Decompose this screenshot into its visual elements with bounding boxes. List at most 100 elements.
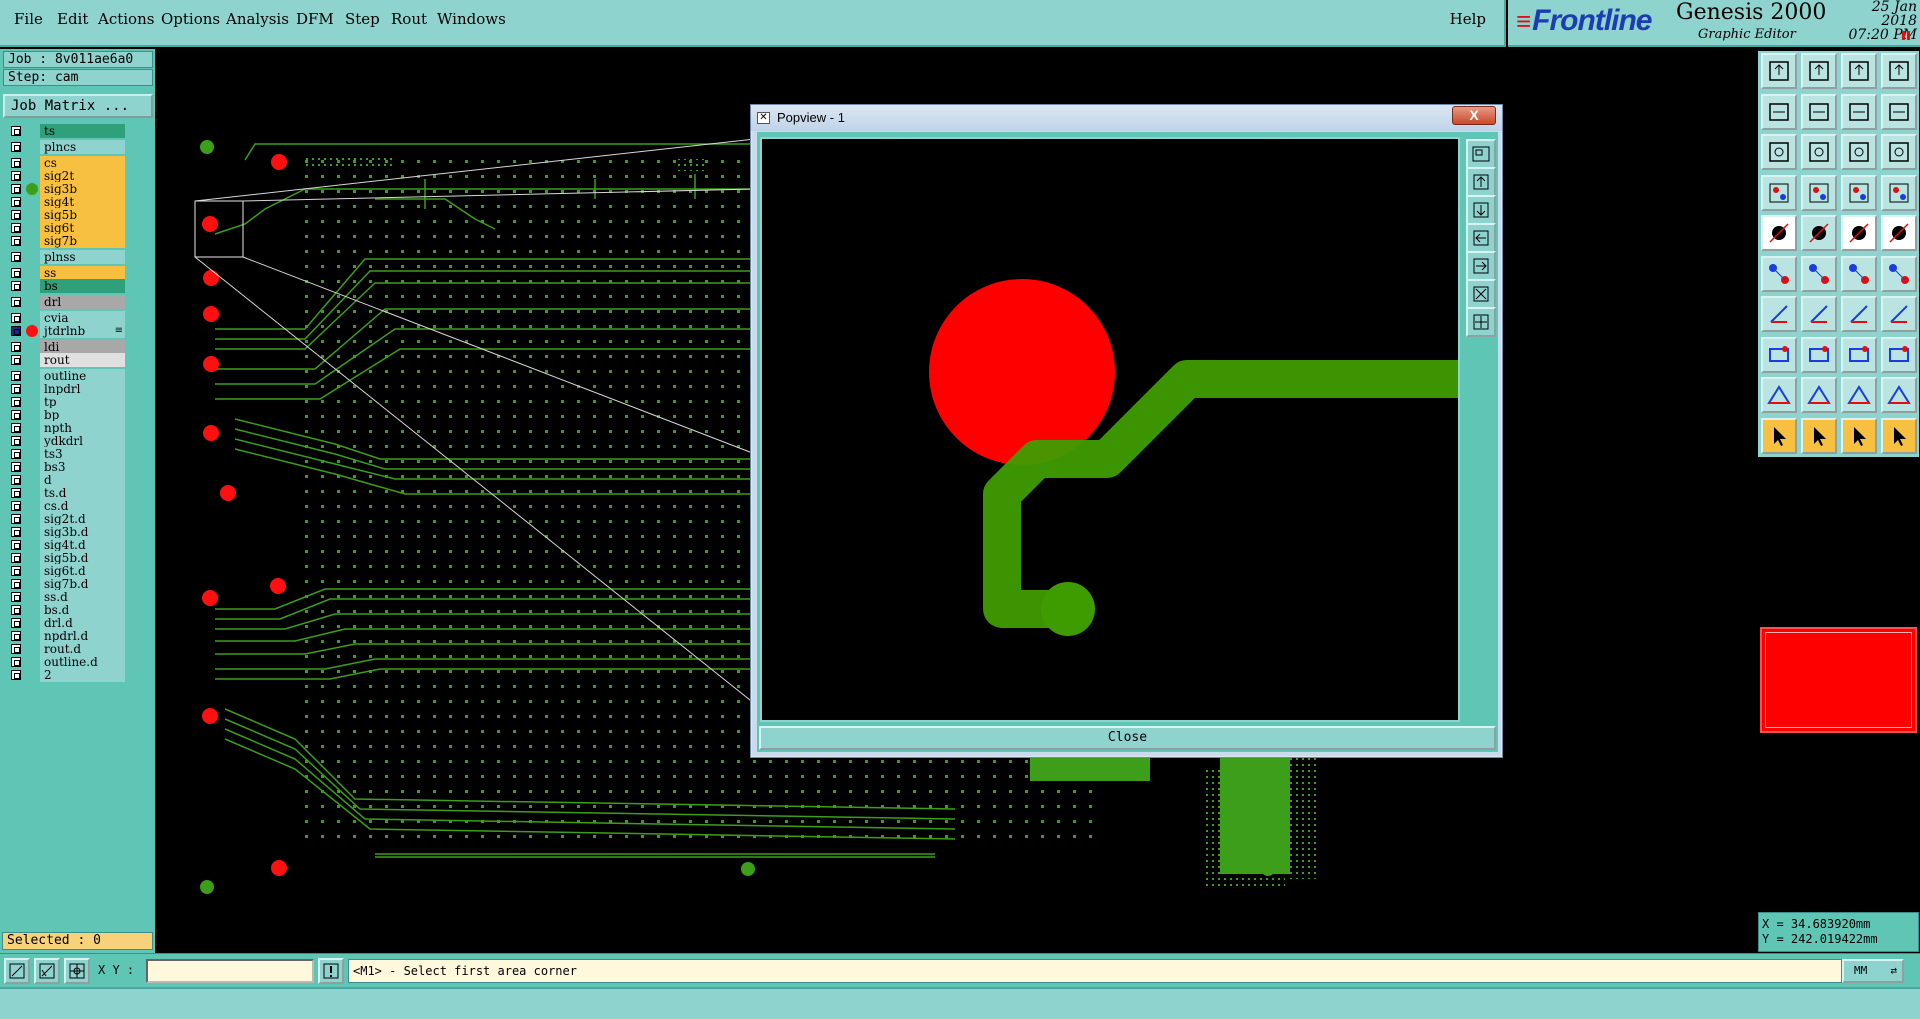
- layer-row[interactable]: sig7b: [5, 234, 127, 248]
- layer-checkbox[interactable]: [11, 210, 21, 220]
- layer-row[interactable]: ts3: [5, 447, 127, 461]
- layer-checkbox[interactable]: [11, 436, 21, 446]
- layer-color-button[interactable]: [1841, 174, 1877, 211]
- layer-row[interactable]: sig5b: [5, 208, 127, 222]
- popview-left-button[interactable]: [1466, 223, 1496, 253]
- triangle-2-button[interactable]: [1801, 377, 1837, 413]
- layer-name[interactable]: outline.d: [40, 655, 125, 669]
- measure-mode-button[interactable]: [34, 958, 60, 984]
- window-close-button[interactable]: X: [1452, 106, 1496, 125]
- menu-rout[interactable]: Rout: [391, 10, 427, 28]
- cross-select-button[interactable]: [1801, 255, 1837, 292]
- menu-help[interactable]: Help: [1450, 10, 1486, 28]
- layer-row[interactable]: bs.d: [5, 603, 127, 617]
- popview-zoom-out-button[interactable]: [1466, 307, 1496, 337]
- popview-close-button[interactable]: Close: [759, 726, 1496, 750]
- info-button[interactable]: [318, 958, 344, 984]
- step-button[interactable]: [1881, 93, 1917, 130]
- save-job-button[interactable]: [1801, 53, 1837, 89]
- layer-row[interactable]: drl.d: [5, 616, 127, 630]
- layer-name[interactable]: jtdrlnb ≡: [40, 324, 125, 338]
- layer-name[interactable]: ydkdrl: [40, 434, 125, 448]
- layer-row[interactable]: tp: [5, 395, 127, 409]
- move-pad-button[interactable]: [1761, 336, 1797, 373]
- layer-row[interactable]: sig2t.d: [5, 512, 127, 526]
- popview-up-button[interactable]: [1466, 167, 1496, 197]
- layer-row[interactable]: ldi: [5, 340, 127, 354]
- multi-view-button[interactable]: [1801, 174, 1837, 211]
- layer-name[interactable]: drl: [40, 295, 125, 309]
- layer-row[interactable]: jtdrlnb ≡: [5, 324, 127, 338]
- layer-row[interactable]: ydkdrl: [5, 434, 127, 448]
- layer-checkbox[interactable]: [11, 514, 21, 524]
- popview-right-button[interactable]: [1466, 251, 1496, 281]
- layer-name[interactable]: cs.d: [40, 499, 125, 513]
- measure-button[interactable]: [1841, 336, 1877, 373]
- line-draw-button[interactable]: [1761, 296, 1797, 332]
- layer-row[interactable]: sig5b.d: [5, 551, 127, 565]
- route-tool-button[interactable]: [1881, 417, 1917, 454]
- layer-row[interactable]: sig6t.d: [5, 564, 127, 578]
- layer-name[interactable]: sig5b.d: [40, 551, 125, 565]
- layer-name[interactable]: npdrl.d: [40, 629, 125, 643]
- menu-actions[interactable]: Actions: [98, 10, 154, 28]
- layer-name[interactable]: tp: [40, 395, 125, 409]
- layer-checkbox[interactable]: [11, 670, 21, 680]
- popview-down-button[interactable]: [1466, 195, 1496, 225]
- layer-checkbox[interactable]: [11, 252, 21, 262]
- layer-row[interactable]: cvia: [5, 311, 127, 325]
- line-style-button[interactable]: [1801, 215, 1837, 251]
- layer-row[interactable]: sig3b: [5, 182, 127, 196]
- layer-row[interactable]: rout.d: [5, 642, 127, 656]
- triangle-3-button[interactable]: [1841, 377, 1877, 413]
- line-select-button[interactable]: [1841, 255, 1877, 292]
- layer-checkbox[interactable]: [11, 449, 21, 459]
- xy-input[interactable]: [146, 959, 314, 983]
- pointer-1-button[interactable]: [1761, 417, 1797, 454]
- pointer-3-button[interactable]: [1841, 417, 1877, 454]
- layer-row[interactable]: d: [5, 473, 127, 487]
- layer-row[interactable]: cs.d: [5, 499, 127, 513]
- layer-name[interactable]: lnpdrl: [40, 382, 125, 396]
- layer-checkbox[interactable]: [11, 540, 21, 550]
- layer-name[interactable]: ss.d: [40, 590, 125, 604]
- popview-titlebar[interactable]: ✕ Popview - 1 X: [751, 105, 1502, 131]
- layer-checkbox[interactable]: [11, 423, 21, 433]
- layer-row[interactable]: ss.d: [5, 590, 127, 604]
- pointer-2-button[interactable]: [1801, 417, 1837, 454]
- layer-name[interactable]: outline: [40, 369, 125, 383]
- layer-checkbox[interactable]: [11, 631, 21, 641]
- layer-row[interactable]: outline.d: [5, 655, 127, 669]
- window-toggle-button[interactable]: [1841, 93, 1877, 130]
- grid-mode-button[interactable]: [64, 958, 90, 984]
- layer-checkbox[interactable]: [11, 171, 21, 181]
- align-button[interactable]: [1881, 296, 1917, 332]
- layer-checkbox[interactable]: [11, 579, 21, 589]
- layer-checkbox[interactable]: [11, 618, 21, 628]
- triangle-4-button[interactable]: [1881, 377, 1917, 413]
- layer-row[interactable]: rout: [5, 353, 127, 367]
- layer-row[interactable]: lnpdrl: [5, 382, 127, 396]
- layer-name[interactable]: rout.d: [40, 642, 125, 656]
- layer-row[interactable]: bs3: [5, 460, 127, 474]
- layer-name[interactable]: ts.d: [40, 486, 125, 500]
- layer-row[interactable]: npdrl.d: [5, 629, 127, 643]
- layer-row[interactable]: bp: [5, 408, 127, 422]
- layer-name[interactable]: cs: [40, 156, 125, 170]
- layer-row[interactable]: sig6t: [5, 221, 127, 235]
- layer-swap-button[interactable]: [1881, 174, 1917, 211]
- layer-checkbox[interactable]: [11, 553, 21, 563]
- layer-checkbox[interactable]: [11, 236, 21, 246]
- layer-checkbox[interactable]: [11, 566, 21, 576]
- copy-button[interactable]: [1881, 336, 1917, 373]
- layer-name[interactable]: bs: [40, 279, 125, 293]
- layer-name[interactable]: bs.d: [40, 603, 125, 617]
- layer-checkbox[interactable]: [11, 410, 21, 420]
- pan-button[interactable]: [1801, 134, 1837, 170]
- scale-1-2-button[interactable]: [1841, 134, 1877, 170]
- layer-checkbox[interactable]: [11, 297, 21, 307]
- rotate-button[interactable]: [1841, 296, 1877, 332]
- layer-row[interactable]: plnss: [5, 250, 127, 264]
- ruler-button[interactable]: [1841, 215, 1877, 251]
- snap-mode-button[interactable]: [4, 958, 30, 984]
